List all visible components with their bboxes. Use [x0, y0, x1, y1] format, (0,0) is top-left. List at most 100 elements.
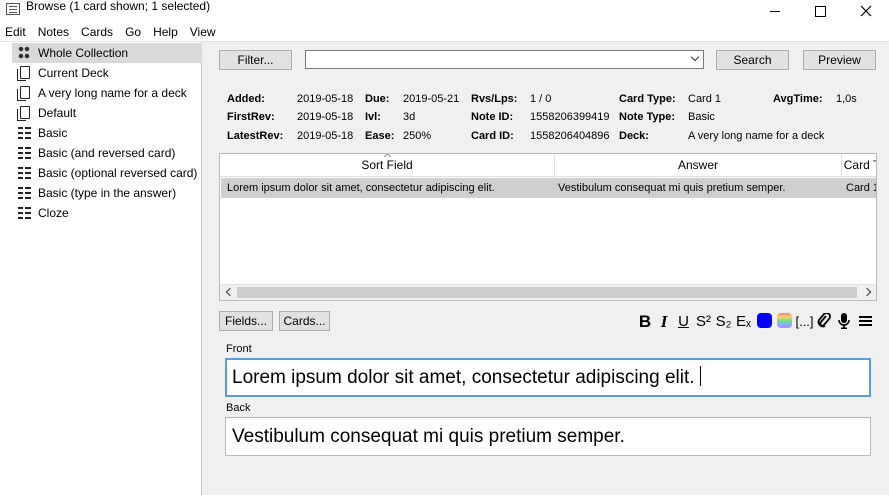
back-field-value: Vestibulum consequat mi quis pretium sem… — [232, 426, 625, 447]
avg-time-value: 1,0s — [836, 93, 857, 105]
bold-button[interactable]: B — [637, 312, 653, 332]
sidebar-item-basic-reversed[interactable]: Basic (and reversed card) — [0, 143, 201, 163]
rvs-label: Rvs/Lps: — [471, 93, 518, 105]
column-header-answer[interactable]: Answer — [555, 154, 842, 177]
scroll-left-icon[interactable] — [225, 288, 234, 297]
back-field[interactable]: Vestibulum consequat mi quis pretium sem… — [225, 417, 871, 456]
card-type-value: Card 1 — [688, 93, 722, 105]
front-field-label: Front — [226, 343, 252, 355]
due-value: 2019-05-21 — [403, 93, 460, 105]
menu-notes[interactable]: Notes — [32, 22, 75, 41]
text-caret — [699, 366, 701, 386]
back-field-label: Back — [226, 402, 251, 414]
menu-cards[interactable]: Cards — [75, 22, 119, 41]
note-type-icon — [18, 147, 31, 159]
column-header-sort-field[interactable]: Sort Field — [220, 154, 555, 177]
deck-value: A very long name for a deck — [688, 130, 825, 142]
sidebar-item-current-deck[interactable]: Current Deck — [0, 63, 201, 83]
close-button[interactable] — [843, 0, 889, 22]
ivl-label: Ivl: — [365, 111, 381, 123]
note-type-icon — [18, 187, 31, 199]
cloze-button[interactable]: [...] — [795, 312, 814, 332]
italic-button[interactable]: I — [657, 312, 671, 332]
card-id-value: 1558206404896 — [530, 130, 610, 142]
due-label: Due: — [365, 93, 390, 105]
attach-button[interactable] — [816, 312, 832, 332]
cell-card: Card 1 — [846, 182, 877, 194]
superscript-button[interactable]: S² — [694, 312, 713, 332]
column-header-card[interactable]: Card T — [842, 154, 876, 177]
added-label: Added: — [227, 93, 265, 105]
card-id-label: Card ID: — [471, 130, 514, 142]
note-type-icon — [18, 127, 31, 139]
rvs-value: 1 / 0 — [530, 93, 552, 105]
deck-icon — [17, 106, 30, 121]
table-header: Sort Field Answer Card T — [220, 154, 876, 177]
first-rev-label: FirstRev: — [227, 111, 275, 123]
sidebar-item-long-deck[interactable]: A very long name for a deck — [0, 83, 201, 103]
app-icon — [6, 3, 20, 15]
menu-help[interactable]: Help — [147, 22, 184, 41]
note-id-value: 1558206399419 — [530, 111, 610, 123]
front-field-value: Lorem ipsum dolor sit amet, consectetur … — [232, 367, 695, 388]
horizontal-scrollbar[interactable] — [219, 284, 877, 301]
record-audio-button[interactable] — [836, 312, 852, 332]
cards-table: Sort Field Answer Card T Lorem ipsum dol… — [219, 153, 877, 301]
sidebar-item-basic[interactable]: Basic — [0, 123, 201, 143]
sidebar-item-cloze[interactable]: Cloze — [0, 203, 201, 223]
cell-sort-field: Lorem ipsum dolor sit amet, consectetur … — [227, 182, 495, 194]
deck-icon — [17, 86, 30, 101]
latest-rev-label: LatestRev: — [227, 130, 284, 142]
sidebar-item-label: Basic (type in the answer) — [38, 186, 177, 200]
note-id-label: Note ID: — [471, 111, 514, 123]
ease-value: 250% — [403, 130, 432, 142]
text-color-icon — [757, 313, 772, 328]
sidebar-item-label: Cloze — [38, 206, 69, 220]
note-type-icon — [18, 167, 31, 179]
search-input[interactable] — [305, 50, 704, 69]
deck-label: Deck: — [619, 130, 649, 142]
scrollbar-thumb[interactable] — [237, 287, 857, 298]
attach-icon — [817, 312, 831, 328]
menu-go[interactable]: Go — [119, 22, 147, 41]
more-button[interactable] — [857, 312, 873, 332]
sidebar-item-default[interactable]: Default — [0, 103, 201, 123]
front-field[interactable]: Lorem ipsum dolor sit amet, consectetur … — [225, 358, 871, 397]
chevron-down-icon[interactable] — [691, 54, 700, 63]
preview-button[interactable]: Preview — [803, 50, 876, 70]
sidebar-item-basic-optional-reversed[interactable]: Basic (optional reversed card) — [0, 163, 201, 183]
sidebar-item-label: Basic — [38, 126, 68, 140]
cell-answer: Vestibulum consequat mi quis pretium sem… — [558, 182, 786, 194]
sidebar-item-label: Basic (optional reversed card) — [38, 166, 198, 180]
clear-formatting-button[interactable]: Eₓ — [734, 312, 753, 332]
search-button[interactable]: Search — [716, 50, 789, 70]
deck-icon — [17, 66, 30, 81]
sidebar-item-label: A very long name for a deck — [38, 86, 187, 100]
microphone-icon — [838, 313, 850, 329]
underline-button[interactable]: U — [676, 312, 691, 332]
sidebar-item-label: Default — [38, 106, 77, 120]
column-header-label: Answer — [677, 158, 718, 172]
sidebar-item-basic-type-answer[interactable]: Basic (type in the answer) — [0, 183, 201, 203]
scroll-right-icon[interactable] — [864, 288, 873, 297]
menu-edit[interactable]: Edit — [0, 22, 32, 41]
menu-view[interactable]: View — [184, 22, 222, 41]
table-row[interactable]: Lorem ipsum dolor sit amet, consectetur … — [221, 178, 877, 198]
cards-button[interactable]: Cards... — [279, 311, 330, 331]
first-rev-value: 2019-05-18 — [297, 111, 354, 123]
text-color-button[interactable] — [756, 312, 773, 332]
ease-label: Ease: — [365, 130, 395, 142]
minimize-button[interactable] — [752, 0, 798, 22]
menu-icon — [858, 316, 872, 326]
note-type-icon — [18, 207, 31, 219]
added-value: 2019-05-18 — [297, 93, 354, 105]
subscript-button[interactable]: S₂ — [714, 312, 733, 332]
sidebar-item-label: Whole Collection — [38, 46, 129, 60]
highlight-color-button[interactable] — [776, 312, 793, 332]
filter-button[interactable]: Filter... — [219, 50, 292, 70]
note-type-value: Basic — [688, 111, 715, 123]
fields-button[interactable]: Fields... — [219, 311, 273, 331]
avg-time-label: AvgTime: — [773, 93, 823, 105]
maximize-button[interactable] — [797, 0, 843, 22]
sidebar-item-whole-collection[interactable]: Whole Collection — [12, 43, 202, 63]
